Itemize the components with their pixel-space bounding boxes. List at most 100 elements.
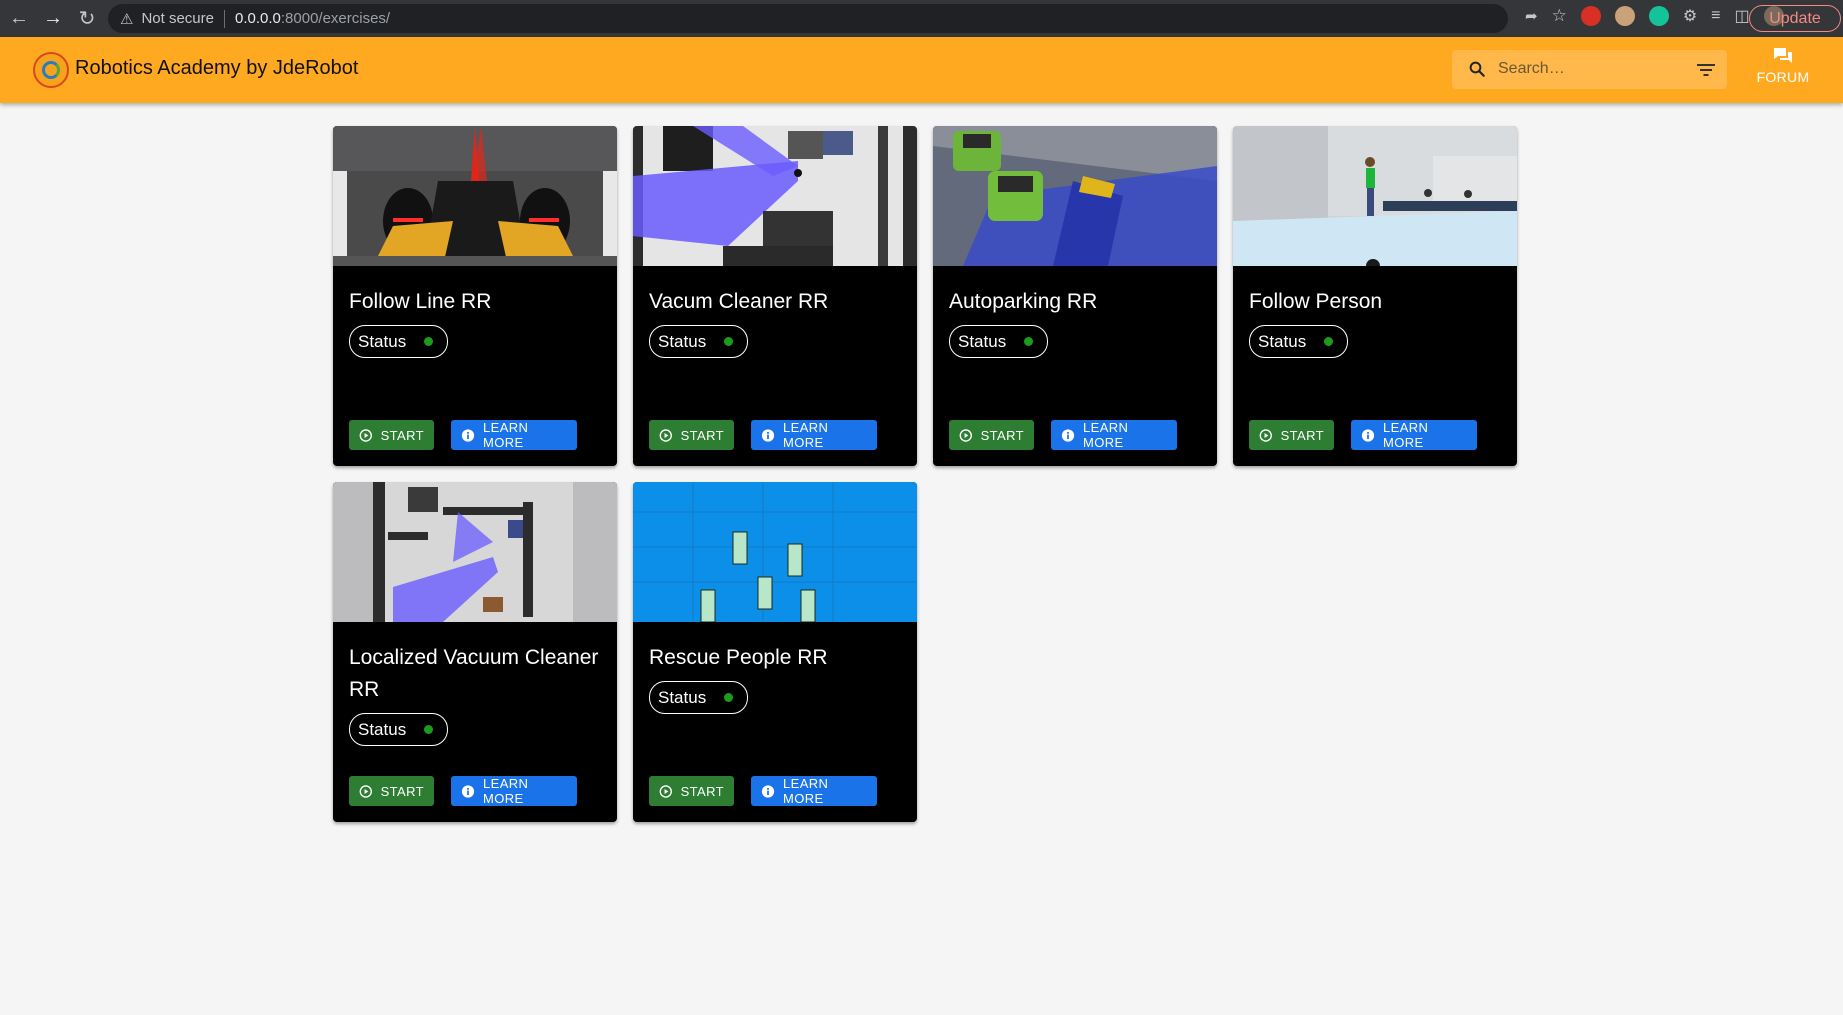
exercise-thumbnail <box>633 126 917 266</box>
app-title[interactable]: Robotics Academy by JdeRobot <box>75 57 359 80</box>
start-button[interactable]: START <box>949 420 1034 450</box>
card-title: Localized Vacuum Cleaner RR <box>349 646 599 701</box>
play-circle-icon <box>659 428 672 442</box>
status-chip: Status <box>349 713 449 746</box>
start-label: START <box>380 783 424 799</box>
share-icon[interactable]: ➦ <box>1525 7 1538 25</box>
card-title: Rescue People RR <box>649 646 828 669</box>
info-icon <box>461 784 475 798</box>
learn-more-label: LEARN MORE <box>783 420 829 450</box>
url-path: :8000/exercises/ <box>280 10 391 27</box>
status-label: Status <box>358 719 407 739</box>
exercise-thumbnail <box>933 126 1217 266</box>
search-icon <box>1469 61 1485 77</box>
learn-more-label: LEARN MORE <box>1083 420 1129 450</box>
card-title: Follow Line RR <box>349 290 492 313</box>
start-button[interactable]: START <box>649 420 734 450</box>
status-label: Status <box>1258 331 1307 351</box>
learn-more-button[interactable]: LEARN MORE <box>451 420 577 450</box>
forum-icon <box>1774 48 1792 63</box>
status-chip: Status <box>1249 325 1349 358</box>
grammarly-icon[interactable] <box>1648 6 1669 26</box>
jderobot-logo[interactable] <box>33 52 69 88</box>
adblock-icon[interactable] <box>1580 6 1601 26</box>
card-actions: START LEARN MORE <box>649 776 877 806</box>
learn-more-button[interactable]: LEARN MORE <box>451 776 577 806</box>
learn-more-button[interactable]: LEARN MORE <box>751 420 877 450</box>
info-icon <box>761 784 775 798</box>
extension-face-icon[interactable] <box>1614 6 1635 26</box>
status-chip: Status <box>949 325 1049 358</box>
status-dot <box>1324 337 1334 346</box>
play-circle-icon <box>359 428 372 442</box>
browser-toolbar: ← → ↻ ⚠ Not secure 0.0.0.0 :8000/exercis… <box>0 0 1843 37</box>
info-icon <box>1061 428 1075 442</box>
url-host: 0.0.0.0 <box>235 10 281 27</box>
reading-list-icon[interactable]: ≡ <box>1711 7 1720 25</box>
status-dot <box>724 337 734 346</box>
divider <box>224 9 225 28</box>
app-bar: Robotics Academy by JdeRobot FORUM <box>0 37 1843 103</box>
exercise-card-vacuum-cleaner: Vacum Cleaner RR Status START LEARN MORE <box>633 126 917 466</box>
bookmark-star-icon[interactable]: ☆ <box>1552 6 1567 26</box>
card-actions: START LEARN MORE <box>949 420 1177 450</box>
card-actions: START LEARN MORE <box>649 420 877 450</box>
start-label: START <box>680 783 724 799</box>
search-input[interactable] <box>1498 58 1678 80</box>
reload-icon[interactable]: ↻ <box>72 4 102 34</box>
status-dot <box>424 725 434 734</box>
status-chip: Status <box>649 681 749 714</box>
learn-more-button[interactable]: LEARN MORE <box>1351 420 1477 450</box>
status-label: Status <box>658 331 707 351</box>
play-circle-icon <box>959 428 972 442</box>
address-bar[interactable]: ⚠ Not secure 0.0.0.0 :8000/exercises/ <box>108 4 1508 33</box>
info-icon <box>1361 428 1375 442</box>
start-button[interactable]: START <box>1249 420 1334 450</box>
start-button[interactable]: START <box>349 420 434 450</box>
learn-more-button[interactable]: LEARN MORE <box>751 776 877 806</box>
update-button[interactable]: Update <box>1749 5 1841 32</box>
play-circle-icon <box>1259 428 1272 442</box>
exercise-card-localized-vacuum-cleaner: Localized Vacuum Cleaner RR Status START… <box>333 482 617 822</box>
start-label: START <box>680 427 724 443</box>
start-button[interactable]: START <box>349 776 434 806</box>
start-button[interactable]: START <box>649 776 734 806</box>
exercise-card-rescue-people: Rescue People RR Status START LEARN MORE <box>633 482 917 822</box>
info-icon <box>461 428 475 442</box>
forum-button[interactable]: FORUM <box>1755 47 1811 93</box>
warning-icon: ⚠ <box>120 10 134 28</box>
security-label: Not secure <box>141 10 214 27</box>
play-circle-icon <box>359 784 372 798</box>
info-icon <box>761 428 775 442</box>
exercise-card-autoparking: Autoparking RR Status START LEARN MORE <box>933 126 1217 466</box>
back-icon[interactable]: ← <box>4 4 34 34</box>
card-title: Autoparking RR <box>949 290 1098 313</box>
status-chip: Status <box>349 325 449 358</box>
start-label: START <box>380 427 424 443</box>
exercise-card-follow-line: Follow Line RR Status START LEARN MORE <box>333 126 617 466</box>
card-actions: START LEARN MORE <box>349 420 577 450</box>
forum-label: FORUM <box>1756 69 1810 85</box>
exercise-thumbnail <box>333 482 617 622</box>
play-circle-icon <box>659 784 672 798</box>
learn-more-label: LEARN MORE <box>483 420 529 450</box>
exercise-card-follow-person: Follow Person Status START LEARN MORE <box>1233 126 1517 466</box>
learn-more-button[interactable]: LEARN MORE <box>1051 420 1177 450</box>
status-dot <box>724 693 734 702</box>
filter-icon[interactable] <box>1697 63 1715 77</box>
learn-more-label: LEARN MORE <box>1383 420 1429 450</box>
status-chip: Status <box>649 325 749 358</box>
start-label: START <box>980 427 1024 443</box>
side-panel-icon[interactable]: ◫ <box>1735 6 1750 26</box>
status-dot <box>424 337 434 346</box>
exercise-thumbnail <box>333 126 617 266</box>
learn-more-label: LEARN MORE <box>483 776 529 806</box>
puzzle-icon[interactable]: ⚙ <box>1683 6 1697 26</box>
forward-icon[interactable]: → <box>38 4 68 34</box>
status-label: Status <box>358 331 407 351</box>
search-box[interactable] <box>1452 50 1727 89</box>
exercise-thumbnail <box>1233 126 1517 273</box>
card-title: Vacum Cleaner RR <box>649 290 829 313</box>
card-actions: START LEARN MORE <box>349 776 577 806</box>
status-label: Status <box>958 331 1007 351</box>
